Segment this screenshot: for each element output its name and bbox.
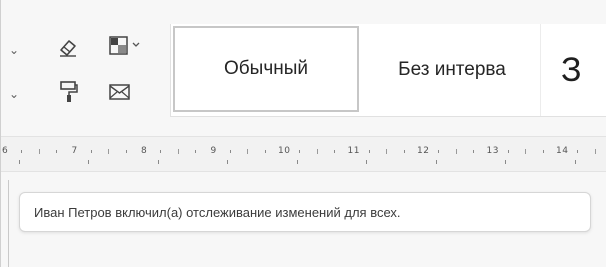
- ruler-mark: [125, 150, 127, 153]
- ruler-mark: [160, 150, 162, 153]
- ruler-mark: [264, 150, 266, 153]
- shading-icon[interactable]: [108, 34, 144, 58]
- ruler-mark: [368, 150, 370, 153]
- style-normal[interactable]: Обычный: [173, 26, 359, 112]
- eraser-icon[interactable]: [57, 36, 79, 58]
- ruler-mark: [38, 149, 40, 154]
- ruler-indent-tick: [227, 160, 229, 164]
- ruler-number: 9: [210, 146, 217, 156]
- ruler-indent-tick: [366, 160, 368, 164]
- style-label: Без интерва: [398, 59, 506, 80]
- ruler-number: 12: [417, 146, 430, 156]
- ruler-mark: [577, 150, 579, 153]
- ruler-number: 6: [2, 146, 9, 156]
- style-no-spacing[interactable]: Без интерва: [363, 24, 541, 116]
- envelope-icon[interactable]: [108, 82, 132, 102]
- horizontal-ruler[interactable]: 6 7 8 9 10 11 12 13 14: [0, 136, 606, 172]
- ruler-mark: [108, 149, 110, 154]
- ruler-mark: [21, 150, 23, 153]
- ruler-indent-tick: [435, 160, 437, 164]
- ruler-indent-tick: [296, 160, 298, 164]
- page-edge: [8, 180, 9, 267]
- ruler-number: 14: [556, 146, 569, 156]
- style-label: З: [561, 50, 582, 89]
- ruler-mark: [334, 150, 336, 153]
- ruler-mark: [525, 149, 527, 154]
- style-heading[interactable]: З: [551, 24, 606, 116]
- ruler-indent-tick: [157, 160, 159, 164]
- format-painter-icon[interactable]: [59, 80, 79, 104]
- style-label: Обычный: [224, 58, 308, 79]
- ruler-indent-tick: [574, 160, 576, 164]
- ruler-mark: [316, 149, 318, 154]
- ruler-mark: [594, 149, 596, 154]
- window-edge: [0, 0, 1, 267]
- ruler-mark: [247, 149, 249, 154]
- ruler-mark: [473, 150, 475, 153]
- ruler-mark: [403, 150, 405, 153]
- ribbon: ⌄ ⌄ Обычный Без интерва З: [0, 0, 606, 128]
- word-window: ⌄ ⌄ Обычный Без интерва З 6 7 8 9 10 11 …: [0, 0, 606, 267]
- ruler-number: 11: [347, 146, 360, 156]
- ruler-scale: 6 7 8 9 10 11 12 13 14: [0, 146, 606, 156]
- ruler-number: 10: [278, 146, 291, 156]
- ruler-number: 8: [141, 146, 148, 156]
- ruler-mark: [56, 150, 58, 153]
- ruler-mark: [90, 150, 92, 153]
- notification-message: Иван Петров включил(а) отслеживание изме…: [34, 204, 401, 220]
- ruler-mark: [455, 149, 457, 154]
- notification-toast[interactable]: Иван Петров включил(а) отслеживание изме…: [19, 192, 591, 232]
- ruler-mark: [438, 150, 440, 153]
- ruler-number: 7: [71, 146, 78, 156]
- ruler-mark: [229, 150, 231, 153]
- ruler-mark: [386, 149, 388, 154]
- ruler-mark: [177, 149, 179, 154]
- ruler-indent-tick: [505, 160, 507, 164]
- chevron-down-icon[interactable]: ⌄: [9, 88, 19, 100]
- ruler-mark: [542, 150, 544, 153]
- ruler-mark: [195, 150, 197, 153]
- ruler-number: 13: [486, 146, 499, 156]
- ruler-indent-tick: [88, 160, 90, 164]
- ruler-mark: [299, 150, 301, 153]
- ruler-indent-tick: [18, 160, 20, 164]
- ruler-mark: [507, 150, 509, 153]
- styles-gallery: Обычный Без интерва З: [170, 24, 606, 117]
- chevron-down-icon[interactable]: ⌄: [9, 44, 19, 56]
